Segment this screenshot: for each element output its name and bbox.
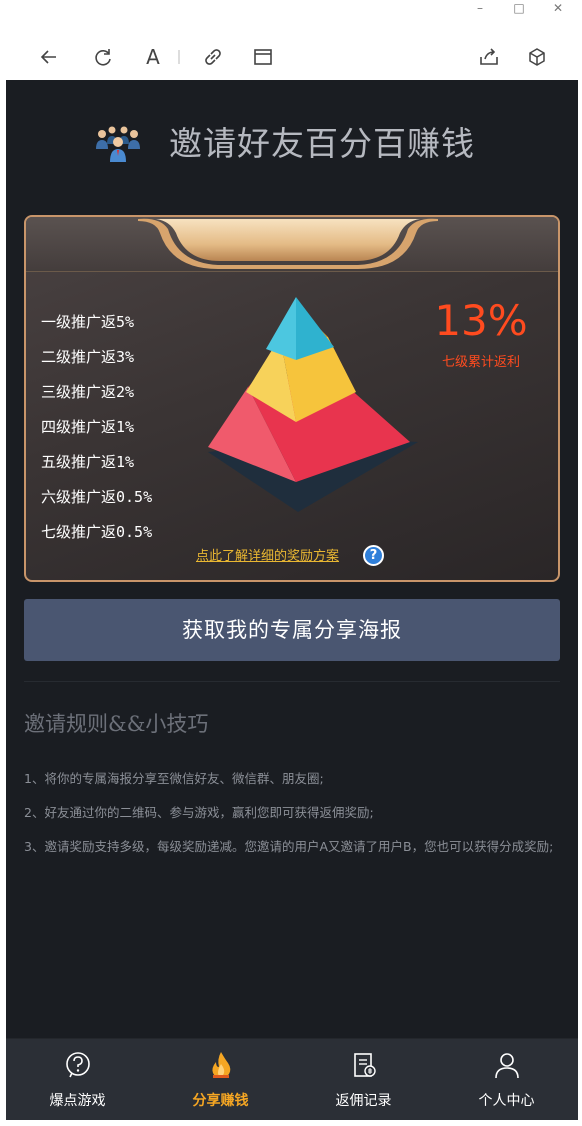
rule-item-1: 1、将你的专属海报分享至微信好友、微信群、朋友圈; (24, 771, 324, 786)
font-icon[interactable]: A (140, 44, 166, 70)
level-6-rate: 六级推广返0.5% (41, 488, 153, 506)
total-percent-label: 七级累计返利 (441, 355, 520, 370)
user-icon (492, 1050, 522, 1080)
nav-label-records: 返佣记录 (335, 1093, 392, 1109)
rules-title: 邀请规则&&小技巧 (24, 712, 209, 736)
nav-item-games[interactable]: 爆点游戏 (6, 1039, 149, 1120)
help-question-icon[interactable]: ? (363, 545, 384, 566)
cube-icon[interactable] (524, 44, 550, 70)
toolbar-separator (178, 44, 180, 70)
share-icon[interactable] (476, 44, 502, 70)
total-percent: 13% (434, 296, 528, 345)
people-group-icon (90, 122, 146, 164)
nav-label-games: 爆点游戏 (49, 1093, 106, 1109)
window-title-bar: – □ ✕ (0, 0, 582, 20)
nav-item-profile[interactable]: 个人中心 (435, 1039, 578, 1120)
maximize-icon[interactable]: □ (509, 0, 529, 18)
level-2-rate: 二级推广返3% (41, 348, 135, 366)
nav-label-share: 分享赚钱 (192, 1093, 249, 1109)
flame-icon (206, 1050, 236, 1080)
rule-item-2: 2、好友通过你的二维码、参与游戏，赢利您即可获得返佣奖励; (24, 805, 374, 820)
hero-title-text: 邀请好友百分百赚钱 (169, 124, 475, 163)
close-icon[interactable]: ✕ (548, 0, 568, 18)
record-document-icon (349, 1050, 379, 1080)
level-5-rate: 五级推广返1% (41, 453, 135, 471)
level-4-rate: 四级推广返1% (41, 418, 135, 436)
commission-levels-list: 一级推广返5% 二级推广返3% 三级推广返2% 四级推广返1% 五级推广返1% … (41, 305, 191, 550)
browser-toolbar: A (0, 20, 582, 80)
commission-card: 一级推广返5% 二级推广返3% 三级推广返2% 四级推广返1% 五级推广返1% … (24, 215, 560, 582)
hero-header: 邀请好友百分百赚钱 (6, 120, 578, 168)
bottom-navigation: 爆点游戏 分享赚钱 返佣记录 个人中心 (6, 1038, 578, 1120)
minimize-icon[interactable]: – (470, 0, 490, 18)
level-1-rate: 一级推广返5% (41, 313, 135, 331)
rules-list: 1、将你的专属海报分享至微信好友、微信群、朋友圈; 2、好友通过你的二维码、参与… (24, 762, 564, 864)
pyramid-illustration (178, 292, 418, 527)
reward-detail-link[interactable]: 点此了解详细的奖励方案 (196, 545, 339, 564)
refresh-icon[interactable] (90, 44, 116, 70)
scroll-ribbon-decoration (138, 217, 438, 269)
link-icon[interactable] (200, 44, 226, 70)
app-screen: 邀请好友百分百赚钱 一级推广返5% 二级推广返3% 三级推广返2% 四级推广返1… (6, 80, 578, 1120)
game-question-icon (63, 1050, 93, 1080)
back-arrow-icon[interactable] (36, 44, 62, 70)
level-7-rate: 七级推广返0.5% (41, 523, 153, 541)
get-poster-button[interactable]: 获取我的专属分享海报 (24, 599, 560, 661)
level-3-rate: 三级推广返2% (41, 383, 135, 401)
nav-label-profile: 个人中心 (478, 1093, 535, 1109)
window-icon[interactable] (250, 44, 276, 70)
section-divider (24, 681, 560, 682)
rule-item-3: 3、邀请奖励支持多级，每级奖励递减。您邀请的用户A又邀请了用户B，您也可以获得分… (24, 839, 554, 854)
nav-item-share[interactable]: 分享赚钱 (149, 1039, 292, 1120)
nav-item-records[interactable]: 返佣记录 (292, 1039, 435, 1120)
